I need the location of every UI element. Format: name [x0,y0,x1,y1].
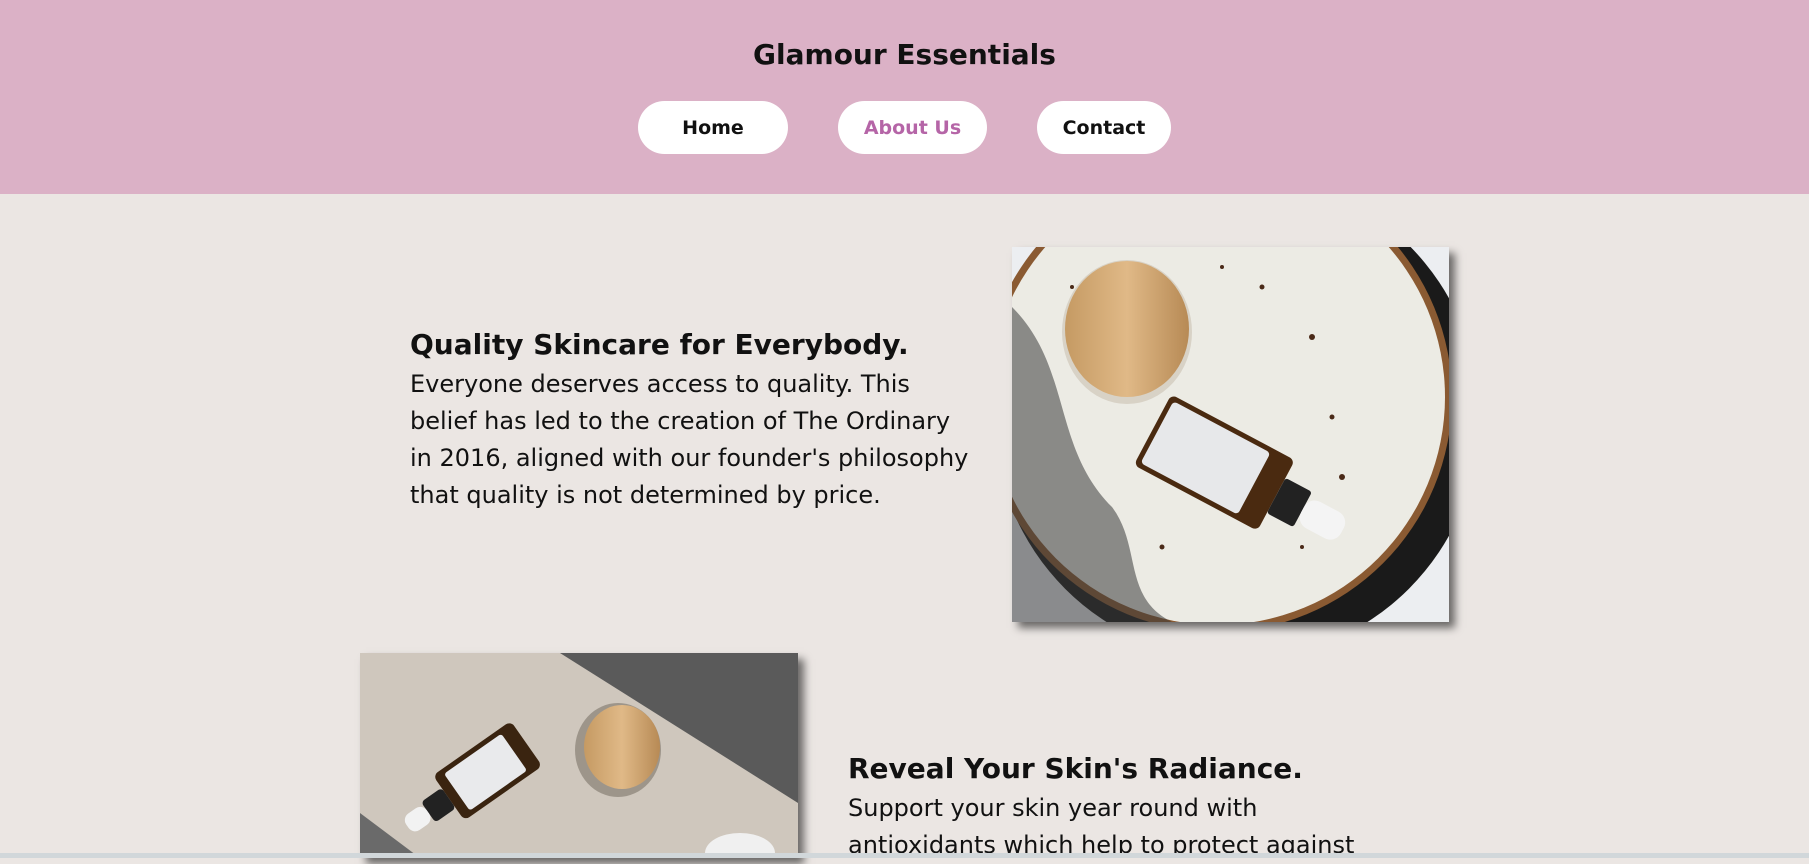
nav-home-button[interactable]: Home [638,101,788,154]
site-title: Glamour Essentials [753,38,1056,71]
photo-illustration [1012,247,1449,622]
nav-contact-button[interactable]: Contact [1037,101,1171,154]
photo-illustration [360,653,798,858]
section-title: Quality Skincare for Everybody. [410,328,909,361]
nav-about-button[interactable]: About Us [838,101,987,154]
section-text: Everyone deserves access to quality. Thi… [410,370,969,509]
skincare-products-photo [1012,247,1449,622]
section-title: Reveal Your Skin's Radiance. [848,752,1303,785]
site-header: Glamour Essentials Home About Us Contact [0,0,1809,194]
horizontal-scrollbar[interactable] [0,853,1809,858]
skincare-products-photo [360,653,798,858]
